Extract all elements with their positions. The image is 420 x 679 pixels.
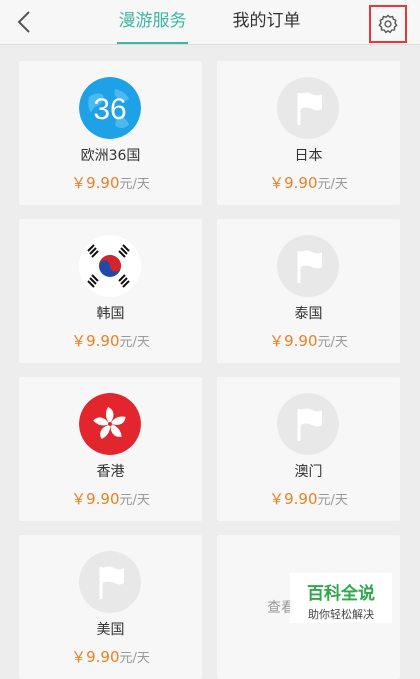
gear-icon bbox=[378, 14, 398, 34]
card-price: ￥9.90元/天 bbox=[269, 490, 348, 508]
svg-text:36: 36 bbox=[93, 93, 126, 126]
card-name: 澳门 bbox=[294, 464, 323, 480]
card-korea[interactable]: 韩国 ￥9.90元/天 bbox=[19, 219, 202, 363]
flag-placeholder-icon bbox=[79, 551, 141, 613]
card-price: ￥9.90元/天 bbox=[269, 174, 348, 192]
flag-placeholder-icon bbox=[277, 77, 339, 139]
watermark-title: 百科全说 bbox=[307, 584, 375, 604]
card-name: 日本 bbox=[294, 148, 323, 164]
card-price: ￥9.90元/天 bbox=[71, 490, 150, 508]
card-hongkong[interactable]: 香港 ￥9.90元/天 bbox=[19, 377, 202, 521]
card-name: 欧洲36国 bbox=[80, 148, 141, 164]
watermark-logo: 百科全说 助你轻松解决 bbox=[290, 573, 392, 623]
card-usa[interactable]: 美国 ￥9.90元/天 bbox=[19, 535, 202, 679]
settings-button[interactable] bbox=[369, 5, 407, 43]
card-japan[interactable]: 日本 ￥9.90元/天 bbox=[217, 61, 400, 205]
card-name: 香港 bbox=[96, 464, 125, 480]
europe-36-icon: 36 bbox=[79, 77, 141, 139]
card-price: ￥9.90元/天 bbox=[71, 648, 150, 666]
chevron-left-icon bbox=[17, 11, 30, 33]
card-price: ￥9.90元/天 bbox=[269, 332, 348, 350]
tab-my-orders[interactable]: 我的订单 bbox=[231, 0, 302, 44]
card-price: ￥9.90元/天 bbox=[71, 332, 150, 350]
card-name: 韩国 bbox=[96, 306, 125, 322]
back-button[interactable] bbox=[12, 8, 36, 36]
hongkong-flag-icon bbox=[79, 393, 141, 455]
top-bar: 漫游服务 我的订单 bbox=[0, 0, 420, 45]
card-macau[interactable]: 澳门 ￥9.90元/天 bbox=[217, 377, 400, 521]
card-europe-36[interactable]: 36 欧洲36国 ￥9.90元/天 bbox=[19, 61, 202, 205]
card-thailand[interactable]: 泰国 ￥9.90元/天 bbox=[217, 219, 400, 363]
card-name: 美国 bbox=[96, 622, 125, 638]
tab-roaming-service[interactable]: 漫游服务 bbox=[117, 0, 188, 44]
watermark-subtitle: 助你轻松解决 bbox=[308, 608, 374, 621]
flag-placeholder-icon bbox=[277, 235, 339, 297]
korea-flag-icon bbox=[79, 235, 141, 297]
card-price: ￥9.90元/天 bbox=[71, 174, 150, 192]
flag-placeholder-icon bbox=[277, 393, 339, 455]
card-name: 泰国 bbox=[294, 306, 323, 322]
